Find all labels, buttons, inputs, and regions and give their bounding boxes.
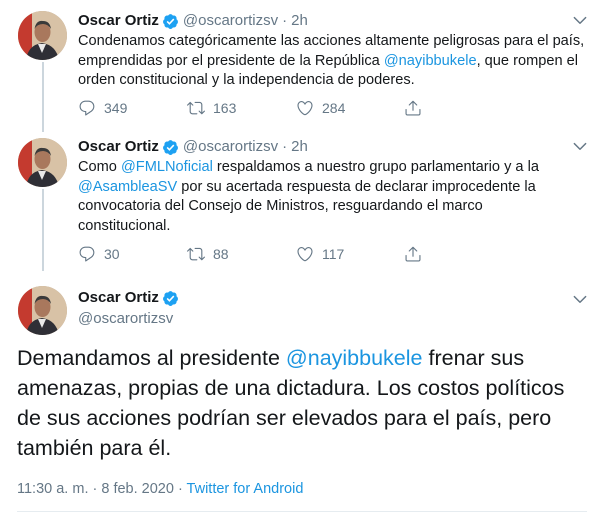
author-name[interactable]: Oscar Ortiz	[78, 11, 159, 31]
share-button[interactable]	[404, 245, 422, 263]
retweet-count: 88	[213, 246, 229, 262]
tweet-source-link[interactable]: Twitter for Android	[187, 481, 304, 497]
tweet-text: Condenamos categóricamente las acciones …	[78, 33, 585, 88]
mention-link[interactable]: @nayibbukele	[384, 53, 477, 69]
mention-link[interactable]: @FMLNoficial	[121, 159, 213, 175]
share-icon	[405, 246, 421, 262]
retweet-button[interactable]: 163	[187, 99, 296, 117]
reply-button[interactable]: 30	[78, 245, 187, 263]
like-button[interactable]: 284	[296, 99, 404, 117]
verified-icon	[162, 290, 179, 307]
avatar[interactable]	[18, 138, 67, 187]
tweet-timestamp[interactable]: 11:30 a. m. · 8 feb. 2020 ·	[17, 481, 187, 497]
tweet-time[interactable]: 2h	[291, 137, 308, 157]
chevron-down-icon[interactable]	[571, 137, 589, 155]
separator-dot: ·	[282, 12, 288, 29]
like-count: 284	[322, 100, 346, 116]
chevron-down-icon[interactable]	[571, 11, 589, 29]
reply-icon	[79, 100, 95, 116]
tweet-text: Como @FMLNoficial respaldamos a nuestro …	[78, 159, 539, 234]
retweet-button[interactable]: 88	[187, 245, 296, 263]
like-button[interactable]: 117	[296, 245, 404, 263]
author-name[interactable]: Oscar Ortiz	[78, 288, 159, 308]
author-handle[interactable]: @oscarortizsv	[78, 309, 173, 329]
divider	[17, 511, 587, 512]
main-tweet-header: Oscar Ortiz	[78, 288, 183, 308]
tweet-header: Oscar Ortiz @oscarortizsv · 2h	[78, 137, 308, 157]
like-count: 117	[322, 246, 345, 262]
thread-line	[42, 189, 44, 271]
tweet-header: Oscar Ortiz @oscarortizsv · 2h	[78, 11, 308, 31]
verified-icon	[162, 13, 179, 30]
tweet-time[interactable]: 2h	[291, 11, 308, 31]
reply-count: 30	[104, 246, 120, 262]
avatar[interactable]	[18, 286, 67, 335]
verified-icon	[162, 139, 179, 156]
author-handle[interactable]: @oscarortizsv	[183, 137, 278, 157]
mention-link[interactable]: @AsambleaSV	[78, 179, 177, 195]
like-icon	[297, 101, 313, 116]
retweet-icon	[187, 101, 205, 115]
reply-count: 349	[104, 100, 128, 116]
author-name[interactable]: Oscar Ortiz	[78, 137, 159, 157]
tweet-actions: 349 163 284	[78, 99, 422, 117]
retweet-icon	[187, 247, 205, 261]
reply-icon	[79, 246, 95, 262]
mention-link[interactable]: @nayibbukele	[286, 346, 423, 370]
main-tweet-text: Demandamos al presidente @nayibbukele fr…	[17, 346, 565, 460]
author-handle[interactable]: @oscarortizsv	[183, 11, 278, 31]
thread-line	[42, 62, 44, 132]
reply-button[interactable]: 349	[78, 99, 187, 117]
retweet-count: 163	[213, 100, 237, 116]
avatar[interactable]	[18, 11, 67, 60]
tweet-actions: 30 88 117	[78, 245, 422, 263]
chevron-down-icon[interactable]	[571, 290, 589, 308]
like-icon	[297, 247, 313, 262]
share-icon	[405, 100, 421, 116]
share-button[interactable]	[404, 99, 422, 117]
separator-dot: ·	[282, 138, 288, 155]
tweet-meta: 11:30 a. m. · 8 feb. 2020 · Twitter for …	[17, 479, 303, 499]
